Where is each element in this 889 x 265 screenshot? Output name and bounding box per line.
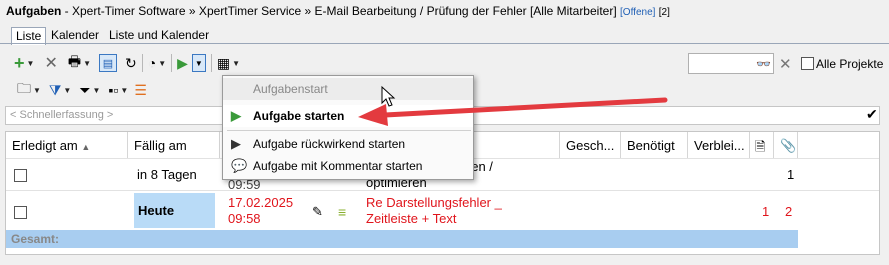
play-comment-icon: 💬 [231, 158, 248, 173]
notes-count: 1 [762, 204, 770, 219]
sort-asc-icon: ▲ [81, 142, 91, 152]
due-today-highlight: Heute [134, 193, 215, 228]
menu-item-mit-kommentar-starten[interactable]: 💬 Aufgabe mit Kommentar starten [223, 155, 473, 177]
done-checkbox[interactable] [14, 206, 27, 219]
calendar-grid-icon[interactable]: ▦ [217, 53, 230, 73]
due-cell: Heute [138, 203, 175, 218]
color-list-icon[interactable]: ☰ [134, 80, 147, 100]
filter-settings-dropdown-icon[interactable]: ▼ [63, 86, 71, 95]
view-tabs: Liste Kalender Liste und Kalender [0, 24, 889, 45]
title-cell-line1[interactable]: Re Darstellungsfehler _ [366, 195, 502, 210]
window-title: Aufgaben - Xpert-Timer Software » XpertT… [0, 0, 889, 24]
toolbar-separator [171, 54, 173, 72]
attachment-column-icon[interactable]: 📎 [774, 132, 798, 158]
toolbar-secondary: 🗀 ▼ ⧩ ▼ ⏷ ▼ ▪▫ ▼ ☰ [17, 80, 147, 100]
toolbar-separator [210, 54, 212, 72]
folder-dropdown-icon[interactable]: ▼ [33, 86, 41, 95]
filter-icon[interactable]: ⏷ [79, 80, 90, 100]
notes-column-icon[interactable]: 🗎 [750, 132, 774, 158]
column-header-faellig[interactable]: Fällig am [128, 132, 220, 158]
chart-dropdown-icon[interactable]: ▼ [158, 59, 166, 68]
column-header-gesch[interactable]: Gesch... [560, 132, 621, 158]
pie-chart-icon[interactable]: ◔ [148, 53, 156, 73]
search-input[interactable]: 👓 [688, 53, 774, 74]
delete-icon[interactable]: ✕ [44, 53, 57, 73]
title-cell-line2[interactable]: Zeitleiste + Text [366, 211, 456, 226]
time-cell: 09:58 [228, 211, 261, 226]
done-checkbox[interactable] [14, 169, 27, 182]
filter-settings-icon[interactable]: ⧩ [49, 80, 62, 100]
menu-item-label: Aufgabe rückwirkend starten [253, 137, 406, 151]
edit-note-icon[interactable]: ✎ [312, 202, 323, 222]
filter-dropdown-icon[interactable]: ▼ [93, 86, 101, 95]
alle-projekte-checkbox[interactable] [801, 57, 814, 70]
menu-item-aufgabe-starten[interactable]: ▶ Aufgabe starten [223, 105, 473, 127]
printer-icon[interactable]: 🖶 [68, 53, 81, 73]
add-dropdown-icon[interactable]: ▼ [27, 59, 35, 68]
toolbar-main: + ▼ ✕ 🖶 ▼ ▤ ↻ ◔ ▼ ▶ ▼ ▦ ▼ [14, 53, 240, 73]
confirm-check-icon[interactable]: ✔ [866, 106, 878, 123]
status-badge: [Offene] [620, 7, 656, 18]
column-header-benoetigt[interactable]: Benötigt [621, 132, 688, 158]
grouping-dropdown-icon[interactable]: ▼ [120, 86, 128, 95]
menu-item-label: Aufgabe starten [253, 109, 345, 123]
refresh-icon[interactable]: ↻ [125, 53, 137, 73]
menu-header: Aufgabenstart [223, 78, 473, 100]
row-divider [6, 190, 879, 191]
column-header-verbleibend[interactable]: Verblei... [688, 132, 750, 158]
task-count: [2] [658, 7, 670, 18]
clear-search-icon[interactable]: ✕ [779, 54, 792, 74]
attachment-count: 1 [787, 167, 795, 182]
due-cell: in 8 Tagen [137, 167, 197, 182]
attachment-count: 2 [785, 204, 793, 219]
column-header-erledigt[interactable]: Erledigt am ▲ [6, 132, 128, 158]
alle-projekte-label: Alle Projekte [816, 57, 884, 71]
priority-lines-icon: ≡ [338, 204, 347, 220]
list-view-icon[interactable]: ▤ [98, 54, 117, 72]
play-icon: ▶ [231, 108, 241, 123]
total-row: Gesamt: [6, 230, 798, 248]
menu-item-rueckwirkend-starten[interactable]: ▶ Aufgabe rückwirkend starten [223, 133, 473, 155]
play-icon[interactable]: ▶ [177, 53, 188, 73]
play-backdated-icon: ▶ [231, 136, 241, 151]
binoculars-icon[interactable]: 👓 [756, 54, 771, 74]
window-title-bold: Aufgaben [6, 4, 62, 18]
add-icon[interactable]: + [14, 53, 25, 73]
print-dropdown-icon[interactable]: ▼ [83, 59, 91, 68]
window-title-path: - Xpert-Timer Software » XpertTimer Serv… [61, 4, 617, 18]
menu-item-label: Aufgabe mit Kommentar starten [253, 159, 423, 173]
folder-icon[interactable]: 🗀 [17, 80, 31, 100]
calendar-dropdown-icon[interactable]: ▼ [232, 59, 240, 68]
toolbar-separator [141, 54, 143, 72]
date-cell: 17.02.2025 [228, 195, 294, 210]
menu-separator [227, 130, 471, 131]
tab-divider [0, 43, 889, 44]
grouping-icon[interactable]: ▪▫ [108, 80, 118, 100]
play-dropdown-icon[interactable]: ▼ [191, 54, 206, 72]
play-dropdown-menu: Aufgabenstart ▶ Aufgabe starten ▶ Aufgab… [222, 75, 474, 180]
